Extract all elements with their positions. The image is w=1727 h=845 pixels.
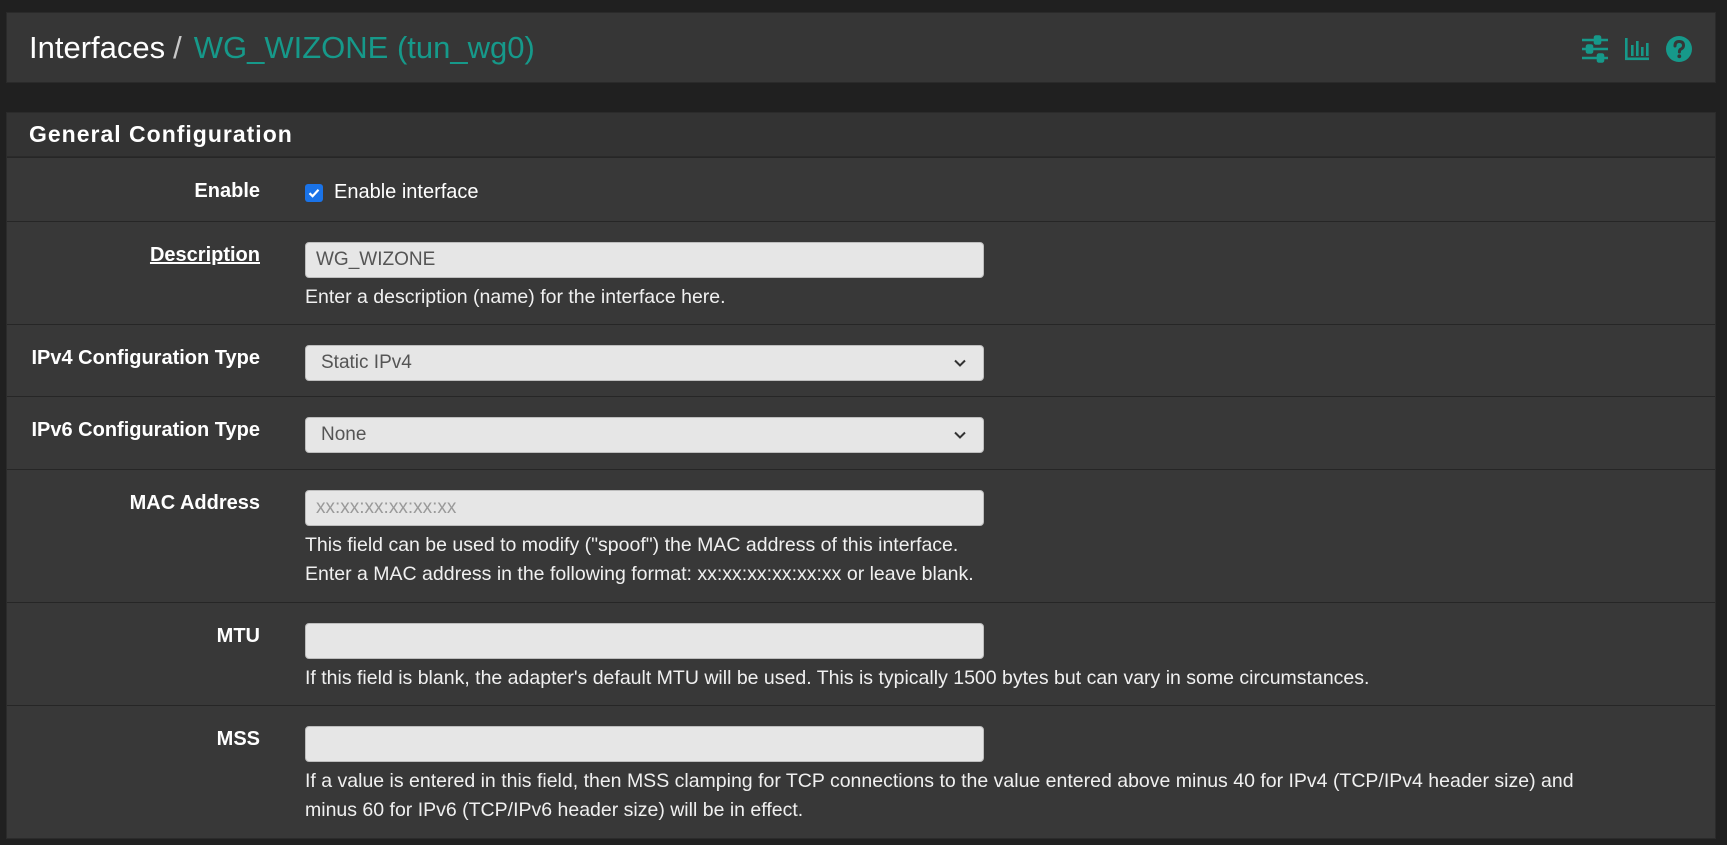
general-configuration-panel: General Configuration Enable Enable inte…	[6, 112, 1716, 839]
panel-title: General Configuration	[7, 113, 1715, 157]
enable-checkbox-label[interactable]: Enable interface	[334, 181, 479, 204]
ipv6-type-select[interactable]: None	[305, 417, 984, 453]
description-row: Description Enter a description (name) f…	[7, 221, 1715, 324]
mac-label: MAC Address	[129, 492, 260, 514]
ipv4-label: IPv4 Configuration Type	[31, 347, 260, 369]
mac-row: MAC Address This field can be used to mo…	[7, 469, 1715, 602]
mtu-help: If this field is blank, the adapter's de…	[305, 667, 1370, 689]
mss-help-2: minus 60 for IPv6 (TCP/IPv6 header size)…	[305, 799, 804, 821]
enable-label: Enable	[194, 180, 260, 202]
check-icon	[308, 188, 320, 198]
chevron-down-icon	[954, 431, 966, 439]
mss-row: MSS If a value is entered in this field,…	[7, 705, 1715, 838]
mtu-row: MTU If this field is blank, the adapter'…	[7, 602, 1715, 705]
breadcrumb-root[interactable]: Interfaces	[29, 30, 165, 66]
mtu-label: MTU	[216, 625, 260, 647]
enable-checkbox[interactable]	[305, 183, 323, 202]
description-input[interactable]	[305, 242, 984, 278]
ipv4-row: IPv4 Configuration Type Static IPv4	[7, 324, 1715, 396]
ipv4-type-select[interactable]: Static IPv4	[305, 345, 984, 381]
ipv4-type-value: Static IPv4	[321, 352, 412, 373]
ipv6-row: IPv6 Configuration Type None	[7, 396, 1715, 469]
enable-row: Enable Enable interface	[7, 157, 1715, 221]
mac-help-1: This field can be used to modify ("spoof…	[305, 534, 959, 556]
description-help: Enter a description (name) for the inter…	[305, 286, 726, 308]
mss-help-1: If a value is entered in this field, the…	[305, 770, 1574, 792]
ipv6-label: IPv6 Configuration Type	[31, 419, 260, 441]
help-icon[interactable]	[1665, 35, 1693, 63]
description-label: Description	[149, 244, 260, 266]
mss-input[interactable]	[305, 726, 984, 762]
ipv6-type-value: None	[321, 424, 367, 445]
chevron-down-icon	[954, 359, 966, 367]
mtu-input[interactable]	[305, 623, 984, 659]
page-header: Interfaces / WG_WIZONE (tun_wg0)	[6, 12, 1716, 83]
sliders-icon[interactable]	[1581, 35, 1609, 63]
mac-help-2: Enter a MAC address in the following for…	[305, 563, 974, 585]
bar-chart-icon[interactable]	[1623, 35, 1651, 63]
header-icons	[1581, 35, 1693, 63]
breadcrumb-current: WG_WIZONE (tun_wg0)	[193, 29, 535, 65]
mac-address-input[interactable]	[305, 490, 984, 526]
mss-label: MSS	[216, 728, 260, 750]
breadcrumb-separator: /	[173, 29, 182, 65]
